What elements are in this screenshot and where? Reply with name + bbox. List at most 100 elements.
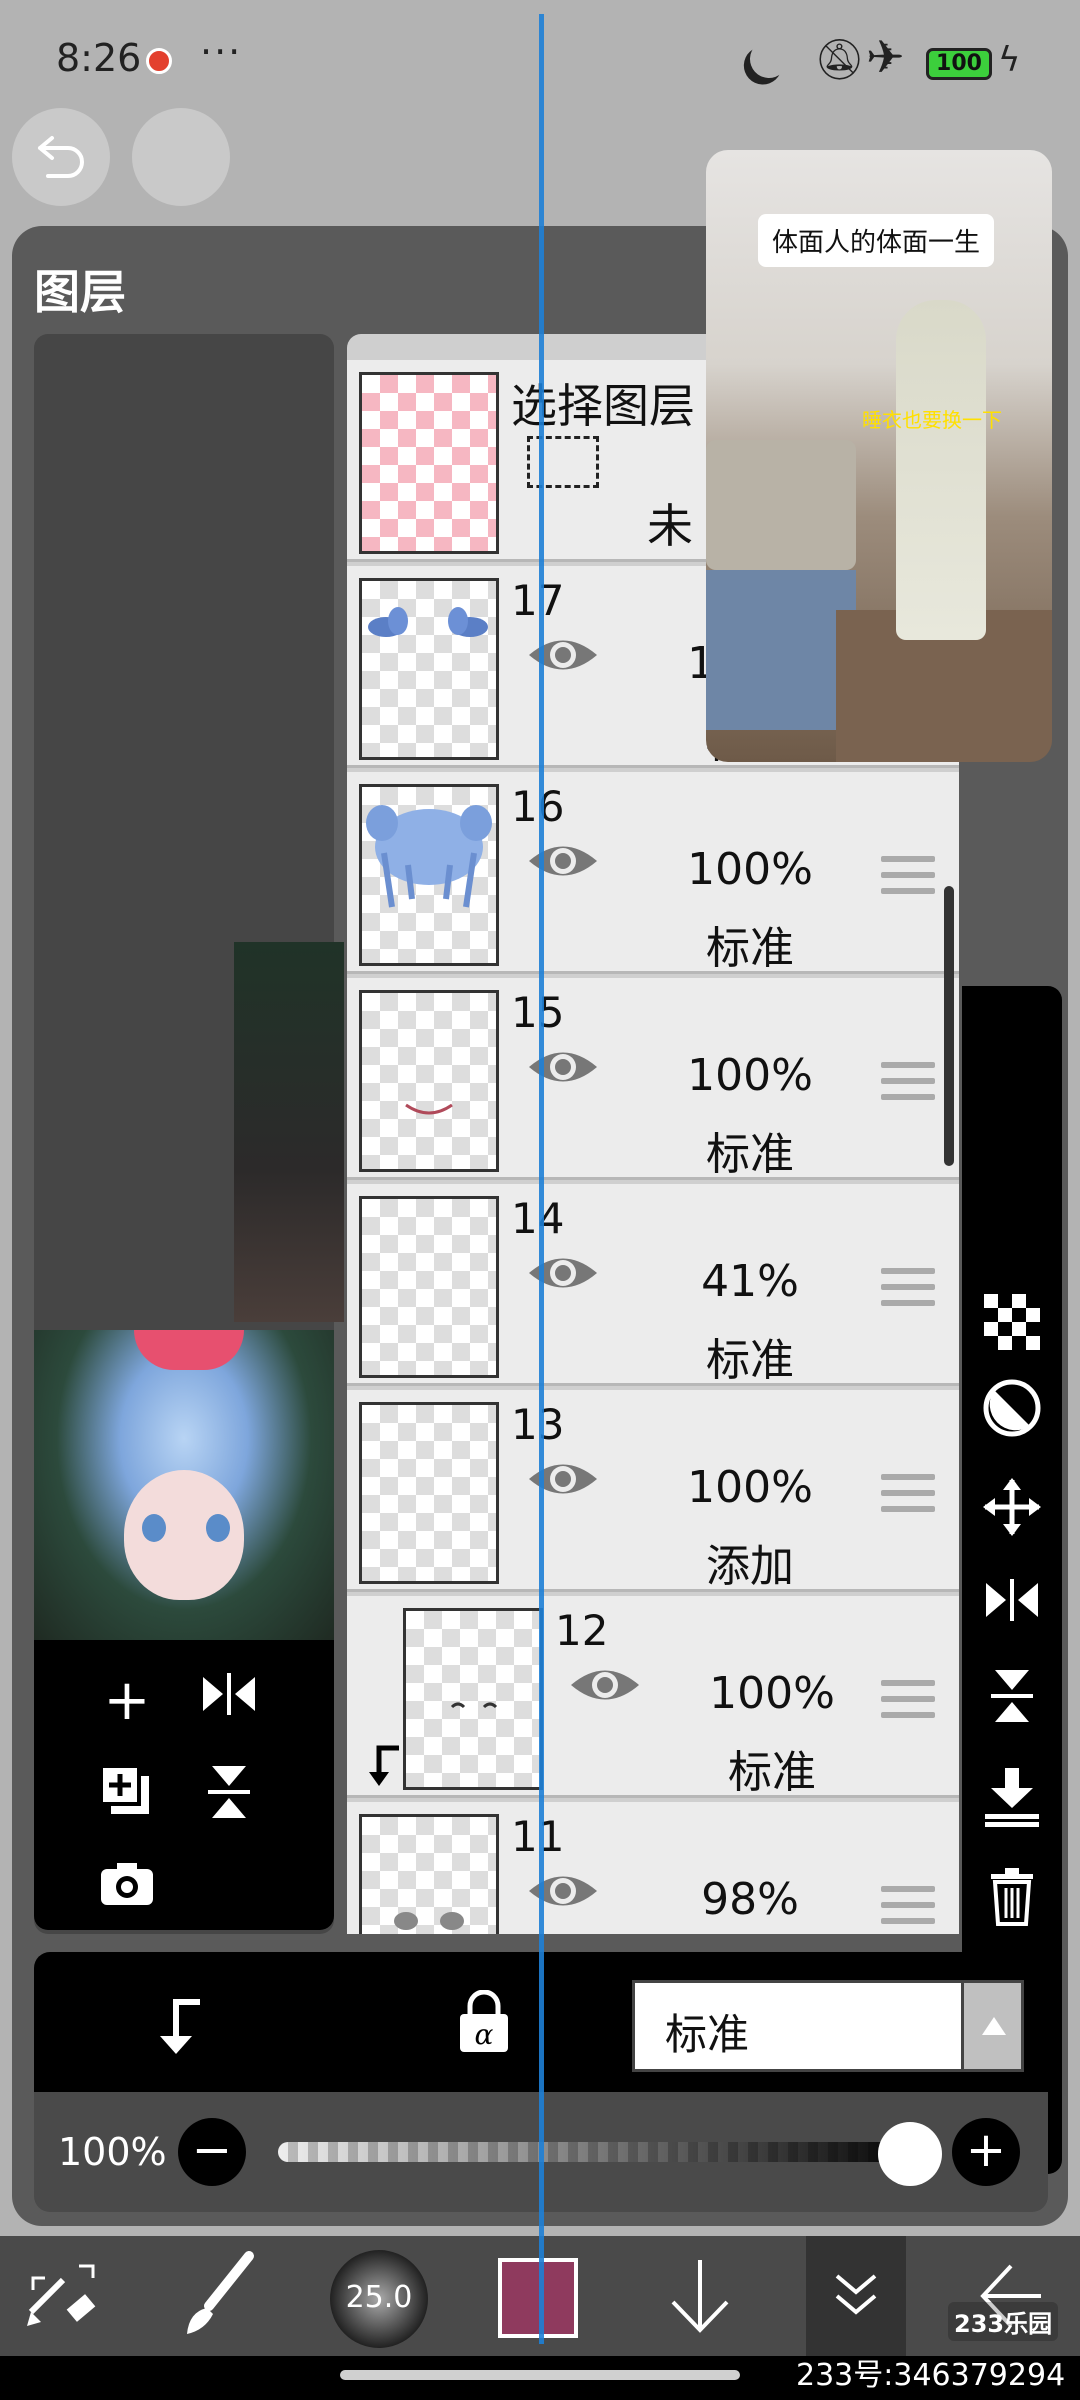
layer-number: 11 bbox=[511, 1812, 565, 1861]
layer-blend-mode: 标准 bbox=[706, 1335, 794, 1386]
layer-row[interactable]: 11 98% 标准 bbox=[347, 1802, 959, 1934]
visibility-eye-icon[interactable] bbox=[527, 1044, 599, 1090]
brush-icon[interactable] bbox=[174, 2236, 264, 2356]
arrow-down-icon[interactable] bbox=[660, 2236, 740, 2356]
drag-handle-icon[interactable] bbox=[881, 1062, 935, 1112]
drag-handle-icon[interactable] bbox=[881, 1886, 935, 1934]
drag-handle-icon[interactable] bbox=[881, 1268, 935, 1318]
layer-thumbnail bbox=[403, 1608, 543, 1790]
layer-number: 16 bbox=[511, 782, 565, 831]
brush-size-control[interactable]: 25.0 bbox=[330, 2250, 428, 2348]
blend-mode-value: 标准 bbox=[665, 2010, 750, 2059]
airplane-icon: ✈ bbox=[866, 30, 905, 84]
trash-icon[interactable] bbox=[962, 1866, 1062, 1940]
layer-row[interactable]: 15 100% 标准 bbox=[347, 978, 959, 1180]
app-notification-icon bbox=[146, 48, 172, 74]
contrast-circle-icon[interactable] bbox=[962, 1378, 1062, 1452]
opacity-increase-button[interactable]: + bbox=[952, 2118, 1020, 2186]
home-indicator[interactable] bbox=[340, 2370, 740, 2380]
battery-icon: 100 bbox=[926, 48, 992, 80]
layer-number: 17 bbox=[511, 576, 565, 625]
flip-horizontal-icon[interactable] bbox=[962, 1574, 1062, 1639]
layer-thumbnail bbox=[359, 990, 499, 1172]
layer-row[interactable]: 13 100% 添加 bbox=[347, 1390, 959, 1592]
moon-icon bbox=[745, 35, 794, 84]
layer-opacity: 100% bbox=[687, 1050, 813, 1101]
opacity-slider[interactable] bbox=[278, 2142, 926, 2162]
layer-thumbnail bbox=[359, 784, 499, 966]
drag-handle-icon[interactable] bbox=[881, 856, 935, 906]
layer-opacity: 100% bbox=[687, 844, 813, 895]
layer-row[interactable]: 14 41% 标准 bbox=[347, 1184, 959, 1386]
alpha-lock-icon[interactable]: α bbox=[454, 1989, 514, 2054]
more-notifications-icon: ··· bbox=[200, 30, 243, 74]
selection-marquee-icon bbox=[527, 436, 599, 488]
dropdown-arrow-icon[interactable] bbox=[961, 1983, 1021, 2069]
drag-handle-icon[interactable] bbox=[881, 1680, 935, 1730]
layer-row-clipped[interactable]: 12 100% 标准 bbox=[347, 1596, 959, 1798]
redo-button[interactable] bbox=[132, 108, 230, 206]
opacity-slider-knob[interactable] bbox=[878, 2122, 942, 2186]
layer-blend-mode: 标准 bbox=[728, 1747, 816, 1798]
visibility-eye-icon[interactable] bbox=[527, 1868, 599, 1914]
svg-text:α: α bbox=[475, 2018, 494, 2051]
layer-row[interactable]: 16 100% 标准 bbox=[347, 772, 959, 974]
selection-layer-status: 未 bbox=[647, 499, 693, 553]
floating-video-window[interactable]: 体面人的体面一生 睡衣也要换一下 bbox=[706, 150, 1052, 762]
opacity-decrease-button[interactable]: − bbox=[178, 2118, 246, 2186]
layer-opacity: 98% bbox=[701, 1874, 799, 1925]
watermark-logo: 233乐园 bbox=[948, 2302, 1059, 2341]
layer-thumbnail bbox=[359, 1814, 499, 1934]
transform-eraser-icon[interactable] bbox=[18, 2236, 108, 2356]
move-icon[interactable] bbox=[962, 1476, 1062, 1552]
color-swatch[interactable] bbox=[498, 2258, 578, 2338]
video-blanket bbox=[706, 570, 856, 730]
duplicate-layer-icon[interactable] bbox=[92, 1762, 162, 1832]
layers-scrollbar[interactable] bbox=[944, 886, 954, 1166]
add-layer-icon[interactable]: + bbox=[92, 1666, 162, 1736]
panel-title: 图层 bbox=[34, 265, 126, 319]
left-tool-panel: + bbox=[34, 1640, 334, 1930]
layer-number: 15 bbox=[511, 988, 565, 1037]
layers-toggle-button[interactable] bbox=[806, 2236, 906, 2356]
visibility-eye-icon[interactable] bbox=[527, 632, 599, 678]
drag-handle-icon[interactable] bbox=[881, 1474, 935, 1524]
flip-horizontal-icon[interactable] bbox=[194, 1666, 264, 1736]
clipping-arrow-icon bbox=[369, 1745, 399, 1786]
thumb-eye-right bbox=[206, 1514, 230, 1542]
selection-layer-thumbnail bbox=[359, 372, 499, 554]
chevron-double-down-icon bbox=[835, 2274, 877, 2315]
visibility-eye-icon[interactable] bbox=[527, 1250, 599, 1296]
blend-mode-select[interactable]: 标准 bbox=[632, 1980, 1024, 2072]
transparency-checker-icon[interactable] bbox=[984, 1294, 1040, 1350]
layer-opacity: 41% bbox=[701, 1256, 799, 1307]
undo-button[interactable] bbox=[12, 108, 110, 206]
visibility-eye-icon[interactable] bbox=[569, 1662, 641, 1708]
visibility-eye-icon[interactable] bbox=[527, 838, 599, 884]
canvas-preview-strip bbox=[234, 942, 344, 1322]
layer-blend-mode: 标准 bbox=[706, 923, 794, 974]
layer-opacity: 100% bbox=[687, 1462, 813, 1513]
flip-vertical-icon[interactable] bbox=[962, 1666, 1062, 1740]
mute-icon: 🔕︎ bbox=[814, 37, 865, 83]
layer-thumbnail bbox=[359, 1402, 499, 1584]
layer-thumbnail bbox=[359, 1196, 499, 1378]
layer-number: 13 bbox=[511, 1400, 565, 1449]
flip-vertical-icon[interactable] bbox=[194, 1762, 264, 1832]
layer-opacity: 100% bbox=[709, 1668, 835, 1719]
clipping-icon[interactable] bbox=[154, 1996, 206, 2072]
undo-icon bbox=[38, 136, 84, 178]
visibility-eye-icon[interactable] bbox=[527, 1456, 599, 1502]
vertical-guide-line bbox=[539, 14, 544, 2344]
merge-down-icon[interactable] bbox=[962, 1766, 1062, 1842]
brush-size-value: 25.0 bbox=[345, 2280, 413, 2315]
video-sofa bbox=[706, 440, 856, 570]
canvas-thumbnail[interactable] bbox=[34, 1330, 334, 1640]
video-person bbox=[896, 300, 986, 640]
layer-thumbnail bbox=[359, 578, 499, 760]
charging-icon: ϟ bbox=[998, 40, 1021, 80]
status-time: 8:26 bbox=[56, 36, 142, 80]
camera-icon[interactable] bbox=[92, 1854, 162, 1924]
thumb-bow bbox=[134, 1330, 244, 1370]
opacity-label: 100% bbox=[58, 2130, 167, 2174]
